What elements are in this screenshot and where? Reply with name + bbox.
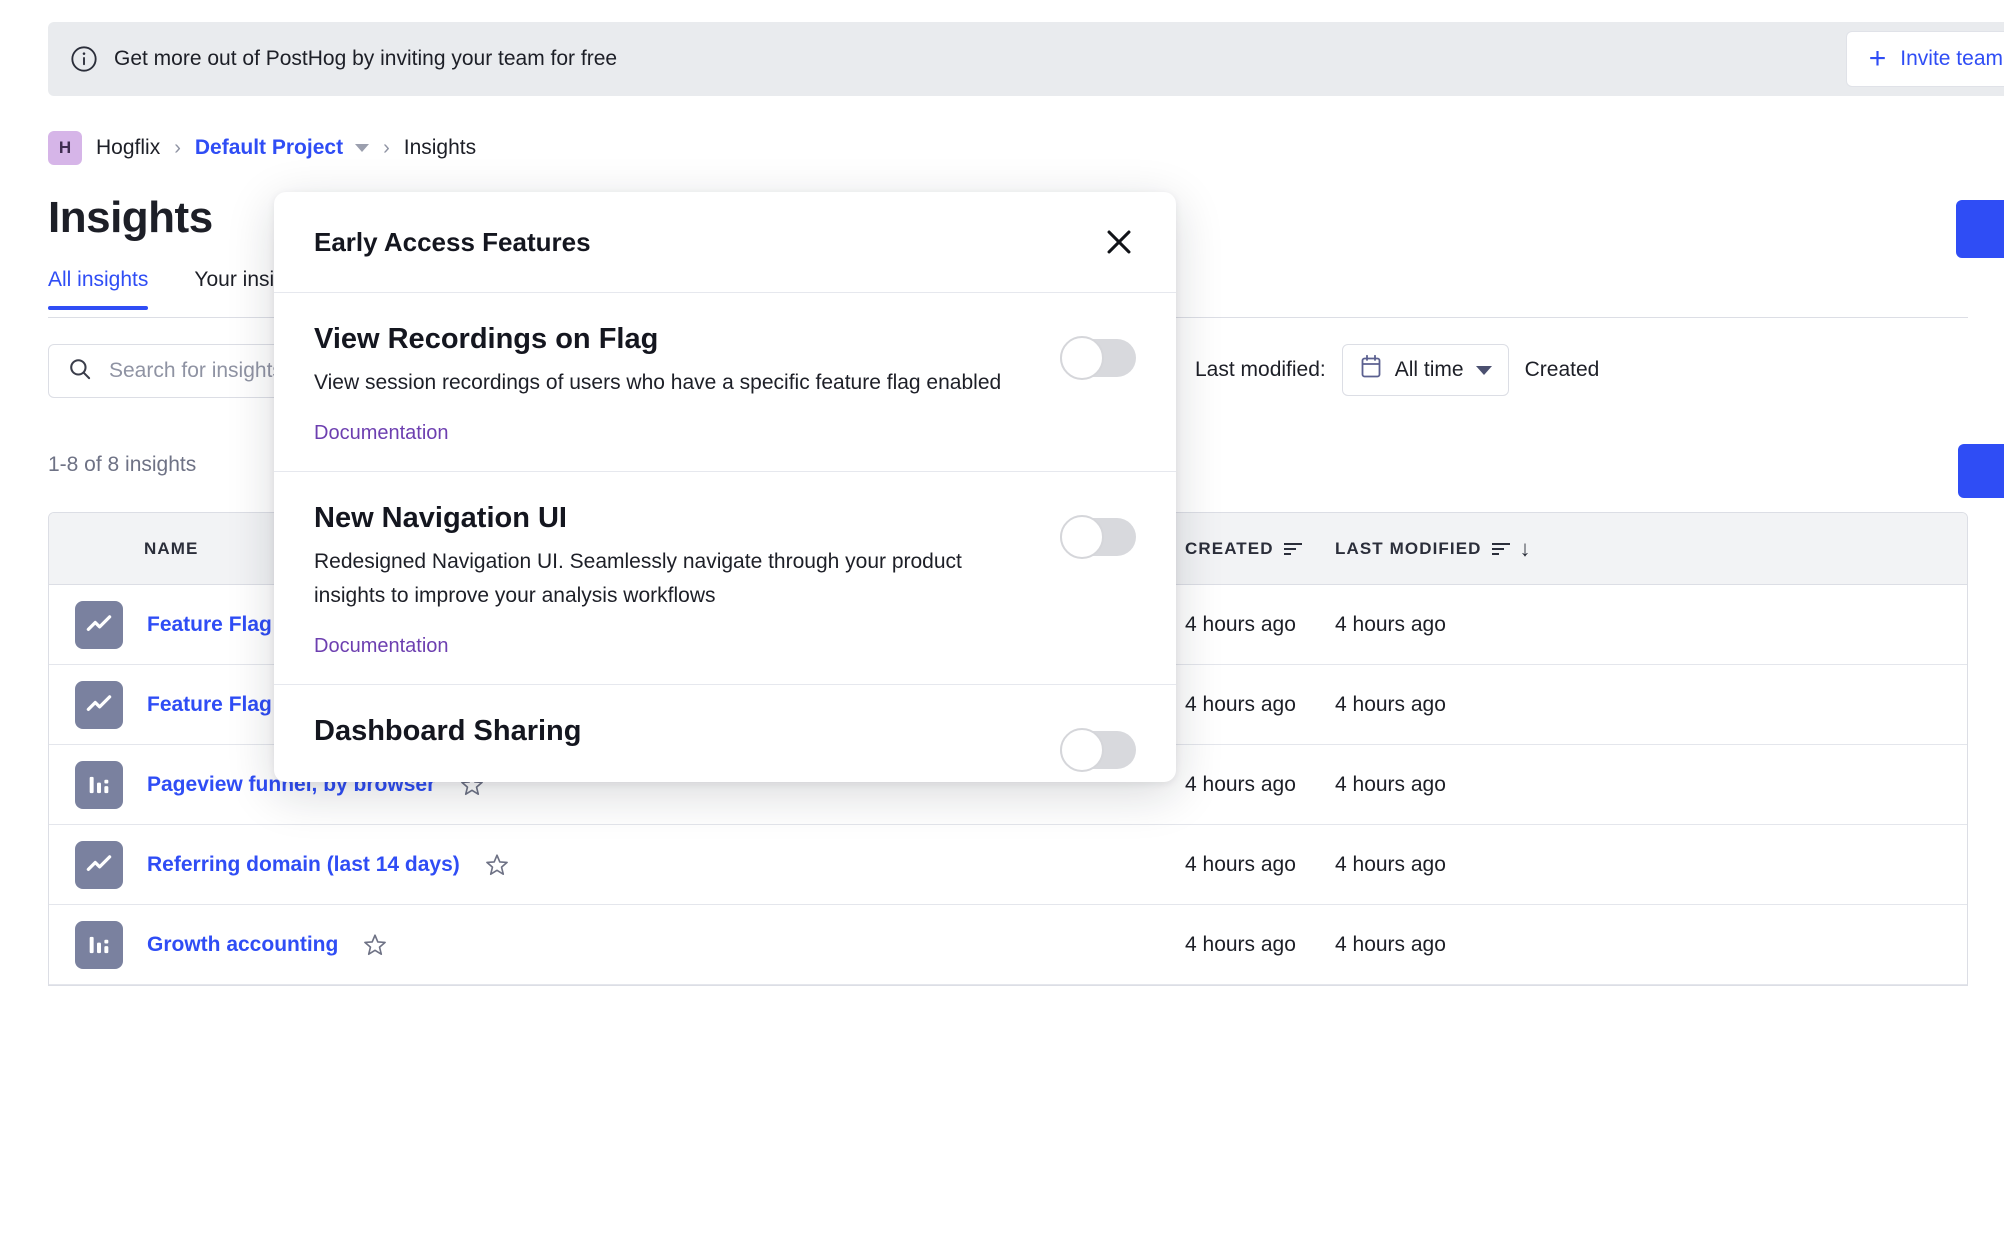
star-icon[interactable] [484,852,510,878]
cell-last-modified: 4 hours ago [1335,613,1635,637]
feature-documentation-link[interactable]: Documentation [314,422,449,444]
last-modified-filter[interactable]: All time [1342,344,1509,396]
table-row[interactable]: Referring domain (last 14 days) 4 hours a… [49,825,1967,905]
bar-chart-icon [75,921,123,969]
feature-title: New Navigation UI [314,502,1004,535]
cell-last-modified: 4 hours ago [1335,933,1635,957]
breadcrumb-separator: › [174,137,181,160]
feature-documentation-link[interactable]: Documentation [314,635,449,657]
column-header-created-label: CREATED [1185,539,1274,559]
invite-banner: Get more out of PostHog by inviting your… [48,22,2004,96]
info-circle-icon [70,45,98,73]
toggle-knob [1060,515,1104,559]
feature-description: Redesigned Navigation UI. Seamlessly nav… [314,545,1004,613]
tab-all-insights[interactable]: All insights [48,268,148,310]
created-filter-label[interactable]: Created [1525,358,1600,382]
last-modified-value: All time [1395,358,1464,382]
cell-last-modified: 4 hours ago [1335,773,1635,797]
search-placeholder: Search for insights [109,359,283,383]
modal-title: Early Access Features [314,227,591,258]
insight-name-link[interactable]: Feature Flag c [147,613,289,637]
last-modified-label: Last modified: [1195,358,1326,382]
trend-line-icon [75,841,123,889]
column-header-created[interactable]: CREATED [1185,539,1335,559]
column-header-last-modified-label: LAST MODIFIED [1335,539,1482,559]
cell-created: 4 hours ago [1185,773,1335,797]
invite-banner-text: Get more out of PostHog by inviting your… [114,47,617,71]
plus-icon: + [1869,44,1887,74]
feature-toggle[interactable] [1060,731,1136,769]
trend-line-icon [75,681,123,729]
app-root: Get more out of PostHog by inviting your… [0,0,2004,1256]
feature-main: New Navigation UI Redesigned Navigation U… [314,502,1004,658]
chevron-down-icon [1476,366,1492,375]
sort-descending-arrow-icon[interactable]: ↓ [1520,538,1532,560]
cell-created: 4 hours ago [1185,613,1335,637]
cell-name: Growth accounting [49,921,1185,969]
breadcrumb-separator-2: › [383,137,390,160]
cell-last-modified: 4 hours ago [1335,693,1635,717]
results-count: 1-8 of 8 insights [48,453,196,477]
insight-name-link[interactable]: Feature Flag C [147,693,293,717]
breadcrumb-page: Insights [404,136,476,160]
close-icon[interactable] [1102,225,1136,259]
modal-header: Early Access Features [274,192,1176,293]
invite-team-button[interactable]: + Invite team [1846,31,2004,87]
feature-item: View Recordings on Flag View session reco… [274,293,1176,472]
cell-created: 4 hours ago [1185,853,1335,877]
early-access-features-modal: Early Access Features View Recordings on… [274,192,1176,782]
sort-icon[interactable] [1492,543,1510,555]
trend-line-icon [75,601,123,649]
cell-last-modified: 4 hours ago [1335,853,1635,877]
breadcrumb-org[interactable]: Hogflix [96,136,160,160]
feature-title: View Recordings on Flag [314,323,1004,356]
filter-bar: Last modified: All time Created [1195,344,1599,396]
feature-main: Dashboard Sharing [314,715,1004,758]
org-avatar[interactable]: H [48,131,82,165]
sort-icon[interactable] [1284,543,1302,555]
feature-list: View Recordings on Flag View session reco… [274,293,1176,782]
toggle-knob [1060,728,1104,772]
feature-item: New Navigation UI Redesigned Navigation U… [274,472,1176,685]
calendar-icon [1359,354,1383,386]
insight-name-link[interactable]: Growth accounting [147,933,338,957]
feature-toggle[interactable] [1060,339,1136,377]
invite-team-label: Invite team [1900,47,2003,71]
feature-title: Dashboard Sharing [314,715,1004,748]
bar-chart-icon [75,761,123,809]
feature-item: Dashboard Sharing [274,685,1176,782]
feature-toggle[interactable] [1060,518,1136,556]
search-icon [67,356,93,387]
feature-description: View session recordings of users who hav… [314,366,1004,400]
table-action-button[interactable] [1958,444,2004,498]
table-row[interactable]: Growth accounting 4 hours ago4 hours ago [49,905,1967,985]
insight-name-link[interactable]: Referring domain (last 14 days) [147,853,460,877]
new-insight-button[interactable] [1956,200,2004,258]
cell-name: Referring domain (last 14 days) [49,841,1185,889]
breadcrumb-project[interactable]: Default Project [195,136,343,160]
star-icon[interactable] [362,932,388,958]
feature-main: View Recordings on Flag View session reco… [314,323,1004,445]
breadcrumb: H Hogflix › Default Project › Insights [48,131,476,165]
chevron-down-icon[interactable] [355,144,369,152]
page-title: Insights [48,193,213,243]
cell-created: 4 hours ago [1185,933,1335,957]
cell-created: 4 hours ago [1185,693,1335,717]
column-header-last-modified[interactable]: LAST MODIFIED ↓ [1335,538,1635,560]
toggle-knob [1060,336,1104,380]
invite-banner-content: Get more out of PostHog by inviting your… [70,45,617,73]
